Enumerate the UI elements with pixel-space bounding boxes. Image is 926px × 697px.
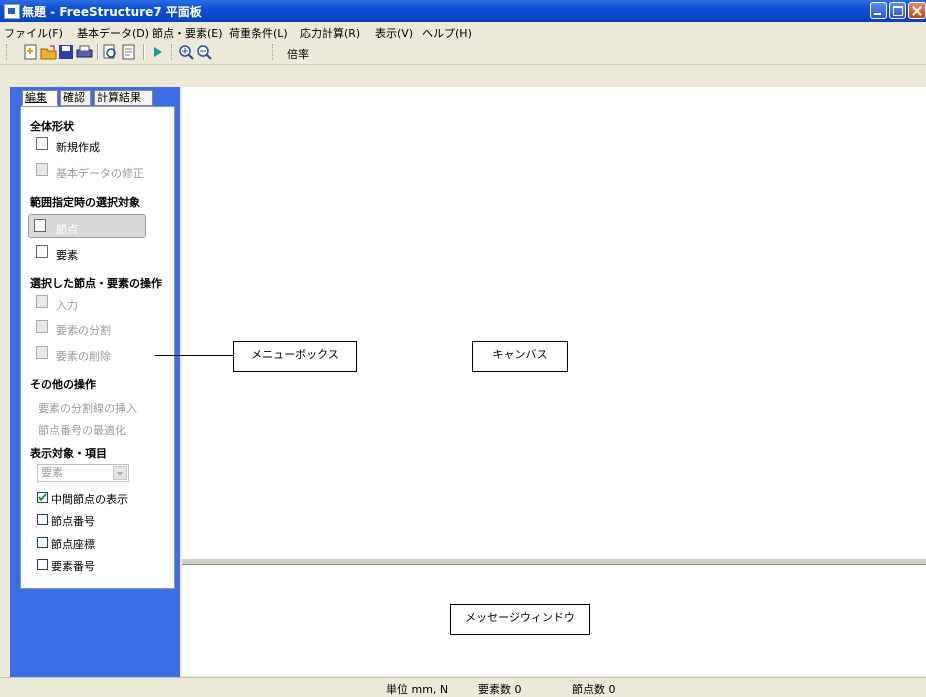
- element-select-button[interactable]: 要素: [56, 247, 78, 263]
- page-setup-icon[interactable]: [120, 44, 137, 60]
- node-select-label: 節点: [56, 223, 78, 236]
- status-bar: 単位 mm, N 要素数 0 節点数 0: [0, 677, 926, 696]
- title-bar: 無題 - FreeStructure7 平面板: [0, 0, 926, 22]
- menu-view[interactable]: 表示(V): [375, 25, 413, 41]
- checkbox-node-coords-label: 節点座標: [51, 538, 95, 551]
- zoom-in-icon[interactable]: [178, 44, 195, 60]
- element-icon: [36, 245, 48, 258]
- checkbox-element-number-label: 要素番号: [51, 560, 95, 573]
- insert-split-line-button[interactable]: 要素の分割線の挿入: [38, 400, 137, 416]
- print-icon[interactable]: [76, 44, 93, 60]
- save-icon[interactable]: [58, 44, 75, 60]
- menu-load[interactable]: 荷重条件(L): [229, 25, 288, 41]
- section-other-operations: その他の操作: [30, 378, 96, 391]
- tab-check[interactable]: 確認: [60, 90, 91, 106]
- section-display-items: 表示対象・項目: [30, 447, 107, 460]
- new-doc-icon: [36, 137, 48, 150]
- checkbox-midnode-label: 中間節点の表示: [51, 493, 128, 506]
- delete-element-icon: [36, 346, 48, 359]
- toolbar-grip[interactable]: [6, 44, 9, 60]
- tab-results[interactable]: 計算結果: [94, 90, 153, 106]
- section-selection-target: 範囲指定時の選択対象: [30, 196, 140, 209]
- callout-canvas: キャンバス: [472, 341, 568, 372]
- callout-menubox: メニューボックス: [233, 341, 357, 372]
- optimize-node-numbers-button[interactable]: 節点番号の最適化: [38, 422, 126, 438]
- input-icon: [36, 295, 48, 308]
- window-title: 無題 - FreeStructure7 平面板: [22, 5, 202, 19]
- zoom-out-icon[interactable]: [196, 44, 213, 60]
- checkbox-midnode[interactable]: [37, 492, 48, 503]
- input-button[interactable]: 入力: [56, 297, 78, 313]
- split-element-button[interactable]: 要素の分割: [56, 322, 111, 338]
- section-selected-operations: 選択した節点・要素の操作: [30, 277, 162, 290]
- tab-edit[interactable]: 編集: [22, 90, 58, 106]
- zoom-label-button[interactable]: 倍率: [287, 46, 309, 62]
- new-file-icon[interactable]: [22, 44, 39, 60]
- checkbox-node-coords[interactable]: [37, 537, 48, 548]
- app-icon[interactable]: [4, 4, 20, 19]
- new-create-button[interactable]: 新規作成: [56, 139, 100, 155]
- open-folder-icon[interactable]: [40, 44, 57, 60]
- toolbar: 倍率: [0, 40, 926, 65]
- checkbox-node-number-label: 節点番号: [51, 515, 95, 528]
- checkbox-node-number[interactable]: [37, 514, 48, 525]
- checkbox-element-number[interactable]: [37, 559, 48, 570]
- minimize-button[interactable]: [870, 2, 887, 19]
- run-icon[interactable]: [149, 44, 166, 60]
- drawing-canvas[interactable]: [182, 87, 926, 559]
- edit-data-icon: [36, 163, 48, 176]
- print-preview-icon[interactable]: [102, 44, 119, 60]
- delete-element-button[interactable]: 要素の削除: [56, 348, 111, 364]
- modify-basic-data-button[interactable]: 基本データの修正: [56, 165, 144, 181]
- menu-stress-calc[interactable]: 応力計算(R): [300, 25, 360, 41]
- split-element-icon: [36, 320, 48, 333]
- menu-file[interactable]: ファイル(F): [4, 25, 63, 41]
- maximize-button[interactable]: [889, 2, 906, 19]
- toolbar-separator: [143, 44, 145, 60]
- display-target-value: 要素: [41, 466, 63, 479]
- close-button[interactable]: [908, 2, 926, 19]
- menu-help[interactable]: ヘルプ(H): [422, 25, 472, 41]
- toolbar-grip[interactable]: [171, 44, 174, 60]
- callout-message-window: メッセージウィンドウ: [450, 604, 590, 635]
- menu-node-element[interactable]: 節点・要素(E): [152, 25, 223, 41]
- toolbar-separator: [97, 44, 99, 60]
- chevron-down-icon[interactable]: [113, 466, 127, 480]
- menu-basic-data[interactable]: 基本データ(D): [77, 25, 149, 41]
- toolbar-grip[interactable]: [272, 44, 275, 60]
- node-icon: [34, 219, 46, 232]
- menu-bar: ファイル(F) 基本データ(D) 節点・要素(E) 荷重条件(L) 応力計算(R…: [0, 22, 926, 40]
- section-overall-shape: 全体形状: [30, 120, 74, 133]
- callout-leader-line: [155, 355, 233, 356]
- display-target-select[interactable]: 要素: [37, 464, 129, 482]
